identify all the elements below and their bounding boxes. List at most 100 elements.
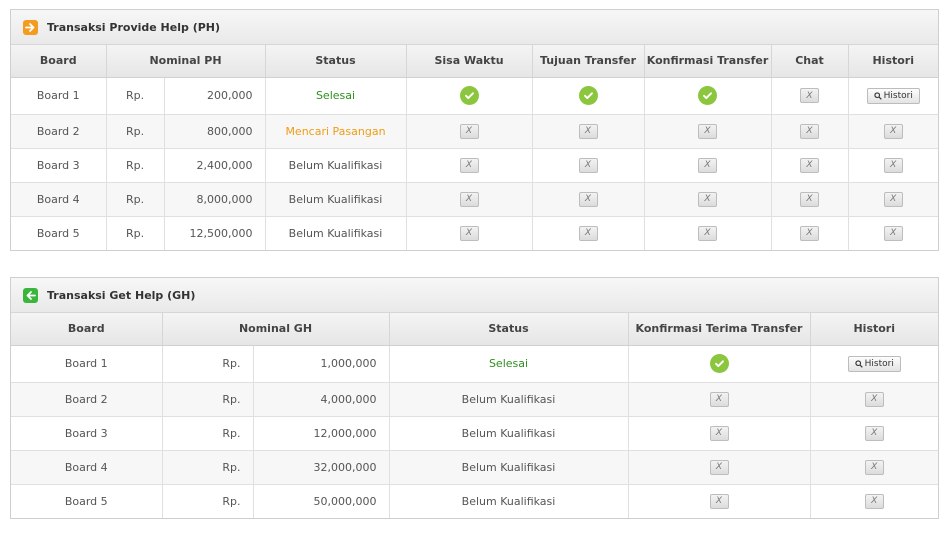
status-cell: Belum Kualifikasi (265, 216, 407, 250)
histori-disabled-button[interactable]: X (883, 191, 903, 207)
chat-disabled-button[interactable]: X (800, 225, 819, 241)
x-button-icon[interactable]: X (578, 225, 598, 241)
x-button-icon[interactable]: X (698, 123, 717, 139)
get-help-header: Transaksi Get Help (GH) (11, 278, 938, 313)
histori-disabled-button[interactable]: X (864, 425, 884, 441)
chat-disabled-button[interactable]: X (800, 157, 819, 173)
table-row: Board 3 Rp. 12,000,000 Belum Kualifikasi… (11, 416, 938, 451)
board-cell: Board 5 (11, 216, 107, 250)
x-button-icon[interactable]: X (698, 191, 717, 207)
histori-disabled-button[interactable]: X (864, 493, 884, 509)
konfirmasi-transfer-cell: X (644, 114, 772, 149)
table-row: Board 1 Rp. 200,000 Selesai X Histori (11, 77, 938, 115)
currency-cell: Rp. (162, 484, 254, 518)
tujuan-transfer-cell (532, 77, 645, 115)
provide-help-table: Board Nominal PH Status Sisa Waktu Tujua… (11, 45, 938, 250)
histori-cell: X (810, 416, 938, 451)
konfirmasi-terima-cell: X (628, 416, 811, 451)
x-button-icon[interactable]: X (578, 123, 598, 139)
x-button-icon[interactable]: X (709, 391, 729, 407)
histori-disabled-button[interactable]: X (864, 459, 884, 475)
col-status: Status (389, 313, 629, 346)
histori-button[interactable]: Histori (847, 355, 901, 372)
get-help-table: Board Nominal GH Status Konfirmasi Terim… (11, 313, 938, 518)
provide-help-panel: Transaksi Provide Help (PH) Board Nomina… (10, 9, 939, 251)
histori-cell: X (848, 148, 938, 183)
status-cell: Mencari Pasangan (265, 114, 407, 149)
col-board: Board (11, 45, 107, 78)
chat-cell: X (771, 148, 849, 183)
chat-cell: X (771, 182, 849, 217)
x-button-icon[interactable]: X (459, 225, 479, 241)
chat-cell: X (771, 216, 849, 250)
x-button-icon[interactable]: X (698, 157, 717, 173)
amount-cell: 2,400,000 (164, 148, 266, 183)
currency-cell: Rp. (162, 382, 254, 417)
chat-disabled-button[interactable]: X (800, 123, 819, 139)
table-row: Board 1 Rp. 1,000,000 Selesai Histori (11, 345, 938, 383)
get-help-panel: Transaksi Get Help (GH) Board Nominal GH… (10, 277, 939, 519)
board-cell: Board 3 (11, 148, 107, 183)
col-chat: Chat (771, 45, 849, 78)
col-sisa-waktu: Sisa Waktu (406, 45, 533, 78)
chat-cell: X (771, 114, 849, 149)
histori-disabled-button[interactable]: X (883, 123, 903, 139)
col-histori: Histori (810, 313, 938, 346)
table-row: Board 2 Rp. 4,000,000 Belum Kualifikasi … (11, 382, 938, 417)
konfirmasi-terima-cell: X (628, 484, 811, 518)
status-cell: Selesai (389, 345, 629, 383)
status-cell: Belum Kualifikasi (389, 484, 629, 518)
sisa-waktu-cell (406, 77, 533, 115)
status-cell: Belum Kualifikasi (389, 382, 629, 417)
amount-cell: 800,000 (164, 114, 266, 149)
provide-help-title: Transaksi Provide Help (PH) (47, 20, 221, 34)
konfirmasi-transfer-cell: X (644, 148, 772, 183)
histori-disabled-button[interactable]: X (883, 225, 903, 241)
histori-cell: X (848, 182, 938, 217)
x-button-icon[interactable]: X (709, 493, 729, 509)
col-tujuan-transfer: Tujuan Transfer (532, 45, 645, 78)
histori-cell: X (810, 382, 938, 417)
status-cell: Belum Kualifikasi (389, 416, 629, 451)
board-cell: Board 4 (11, 182, 107, 217)
table-header-row: Board Nominal PH Status Sisa Waktu Tujua… (11, 45, 938, 78)
histori-button[interactable]: Histori (866, 87, 920, 104)
amount-cell: 8,000,000 (164, 182, 266, 217)
chat-disabled-button[interactable]: X (800, 88, 819, 103)
histori-disabled-button[interactable]: X (883, 157, 903, 173)
histori-disabled-button[interactable]: X (864, 391, 884, 407)
currency-cell: Rp. (106, 182, 165, 217)
histori-cell: X (848, 216, 938, 250)
arrow-left-icon (23, 287, 38, 303)
currency-cell: Rp. (106, 77, 165, 115)
x-button-icon[interactable]: X (698, 225, 717, 241)
x-button-icon[interactable]: X (709, 425, 729, 441)
x-button-icon[interactable]: X (459, 123, 479, 139)
col-nominal: Nominal PH (106, 45, 266, 78)
x-button-icon[interactable]: X (578, 157, 598, 173)
x-button-icon[interactable]: X (709, 459, 729, 475)
x-button-icon[interactable]: X (459, 191, 479, 207)
histori-cell: X (848, 114, 938, 149)
board-cell: Board 3 (11, 416, 163, 451)
histori-cell: X (810, 450, 938, 485)
table-row: Board 2 Rp. 800,000 Mencari Pasangan X X… (11, 114, 938, 149)
tujuan-transfer-cell: X (532, 216, 645, 250)
board-cell: Board 1 (11, 77, 107, 115)
konfirmasi-transfer-cell (644, 77, 772, 115)
chat-disabled-button[interactable]: X (800, 191, 819, 207)
currency-cell: Rp. (106, 114, 165, 149)
arrow-right-icon (23, 19, 38, 35)
check-circle-icon (698, 86, 717, 105)
provide-help-header: Transaksi Provide Help (PH) (11, 10, 938, 45)
currency-cell: Rp. (162, 416, 254, 451)
check-circle-icon (459, 86, 479, 105)
check-circle-icon (578, 86, 598, 105)
x-button-icon[interactable]: X (578, 191, 598, 207)
status-cell: Selesai (265, 77, 407, 115)
konfirmasi-terima-cell: X (628, 382, 811, 417)
search-icon (854, 359, 863, 368)
table-row: Board 5 Rp. 12,500,000 Belum Kualifikasi… (11, 216, 938, 250)
x-button-icon[interactable]: X (459, 157, 479, 173)
table-header-row: Board Nominal GH Status Konfirmasi Terim… (11, 313, 938, 346)
